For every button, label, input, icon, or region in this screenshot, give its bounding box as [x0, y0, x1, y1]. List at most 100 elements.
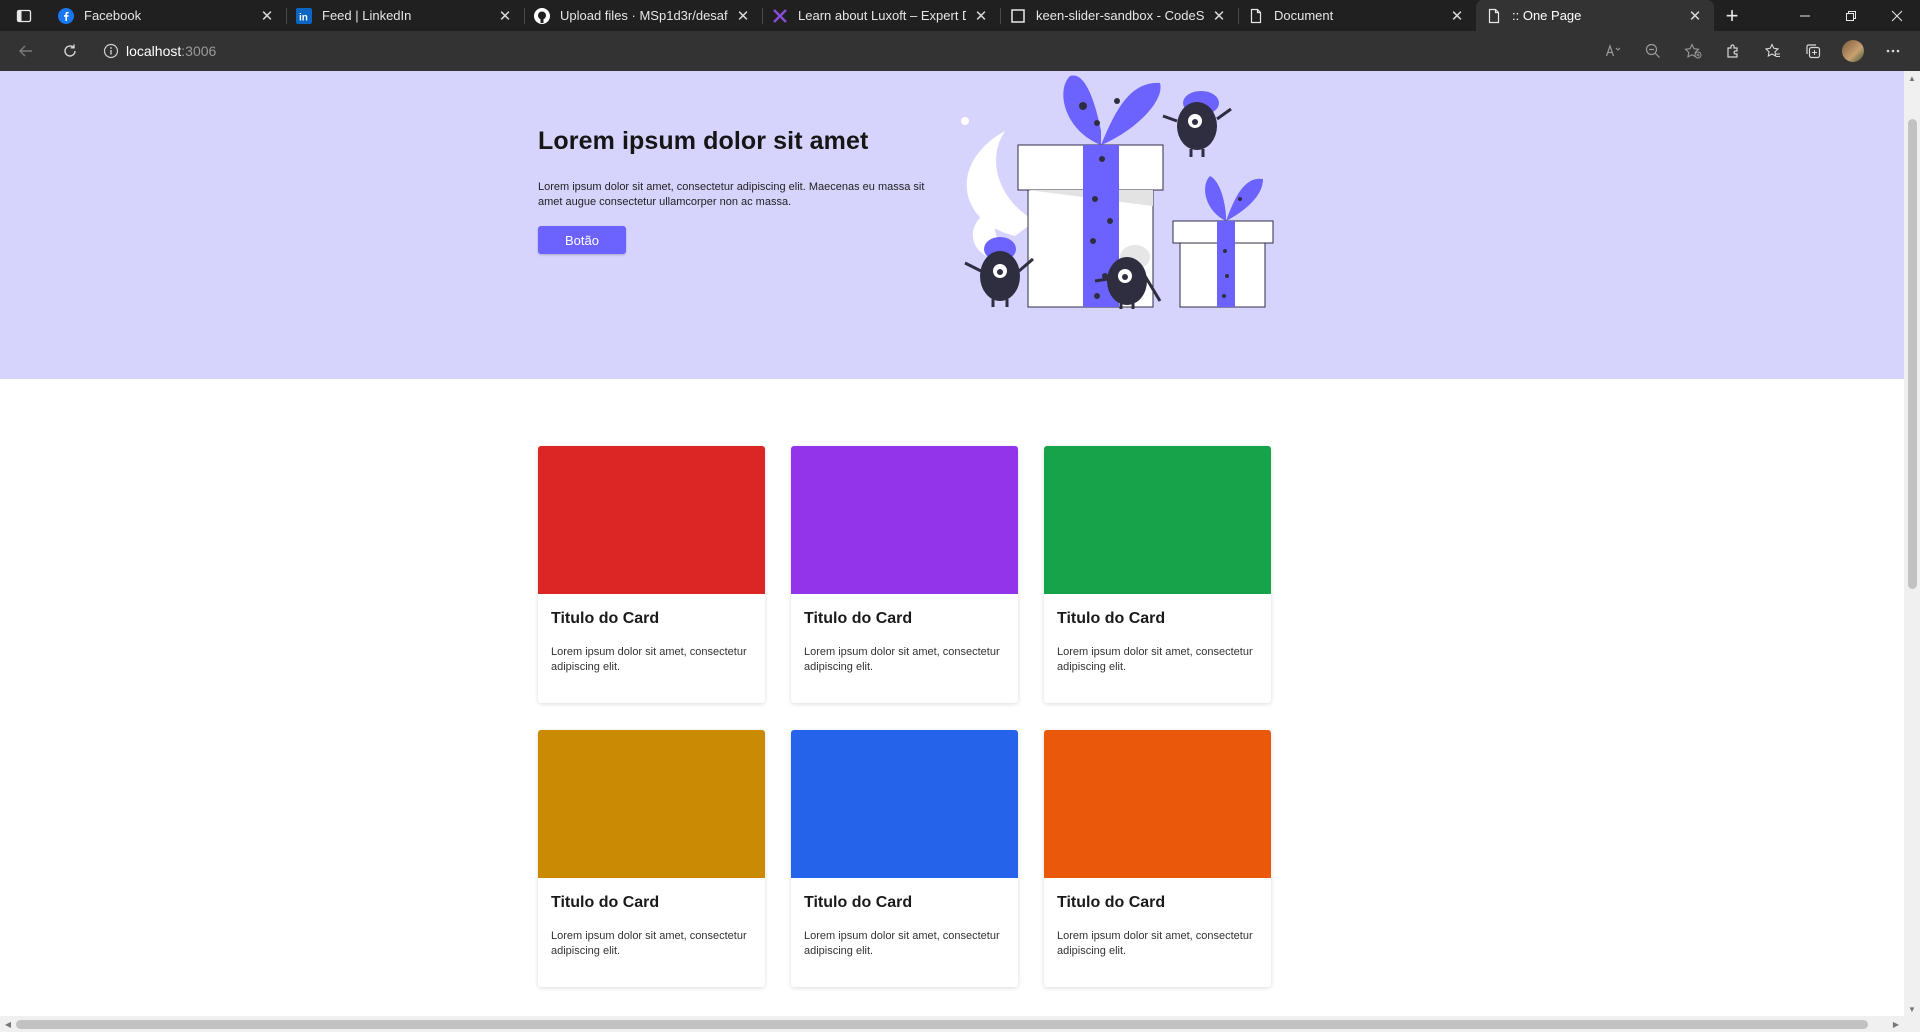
card-body: Titulo do Card Lorem ipsum dolor sit ame… — [538, 594, 765, 675]
tab-actions-icon — [16, 9, 32, 22]
avatar — [1842, 40, 1864, 62]
card-body: Titulo do Card Lorem ipsum dolor sit ame… — [1044, 594, 1271, 675]
tab-linkedin[interactable]: in Feed | LinkedIn ✕ — [286, 0, 524, 31]
card-body: Titulo do Card Lorem ipsum dolor sit ame… — [1044, 878, 1271, 959]
svg-text:in: in — [299, 12, 308, 23]
address-bar[interactable]: localhost:3006 — [96, 35, 1592, 67]
luxoft-icon — [772, 8, 788, 24]
page-viewport: Lorem ipsum dolor sit amet Lorem ipsum d… — [0, 71, 1904, 1016]
minimize-icon — [1800, 15, 1810, 16]
linkedin-icon: in — [296, 7, 312, 24]
horizontal-scrollbar[interactable]: ◀ ▶ — [0, 1016, 1920, 1032]
hero-section: Lorem ipsum dolor sit amet Lorem ipsum d… — [0, 71, 1904, 379]
github-icon — [534, 7, 550, 24]
tab-github[interactable]: Upload files · MSp1d3r/desafio3 ✕ — [524, 0, 762, 31]
scroll-down-icon[interactable]: ▼ — [1904, 1002, 1920, 1016]
hero-button[interactable]: Botão — [538, 226, 626, 254]
close-icon[interactable]: ✕ — [972, 7, 990, 25]
collections-icon — [1806, 44, 1821, 59]
star-add-icon — [1684, 43, 1702, 59]
card-title: Titulo do Card — [804, 610, 913, 627]
card-title: Titulo do Card — [1057, 610, 1166, 627]
card-text: Lorem ipsum dolor sit amet, consectetur … — [1057, 930, 1253, 957]
tab-luxoft[interactable]: Learn about Luxoft – Expert Digi ✕ — [762, 0, 1000, 31]
tab-strip: Facebook ✕ in Feed | LinkedIn ✕ Upload f… — [0, 0, 1920, 31]
minimize-button[interactable] — [1782, 0, 1828, 31]
tab-title: :: One Page — [1512, 8, 1582, 23]
close-icon[interactable]: ✕ — [1448, 7, 1466, 25]
read-aloud-button[interactable] — [1594, 35, 1632, 67]
zoom-button[interactable] — [1634, 35, 1672, 67]
close-icon[interactable]: ✕ — [1210, 7, 1228, 25]
window-controls — [1782, 0, 1920, 31]
card[interactable]: Titulo do Card Lorem ipsum dolor sit ame… — [538, 730, 765, 987]
more-icon — [1886, 49, 1900, 53]
restore-button[interactable] — [1828, 0, 1874, 31]
info-icon[interactable] — [96, 43, 126, 59]
extensions-button[interactable] — [1714, 35, 1752, 67]
tab-document[interactable]: Document ✕ — [1238, 0, 1476, 31]
plus-icon: + — [1725, 2, 1739, 28]
close-icon[interactable]: ✕ — [734, 7, 752, 25]
card-text: Lorem ipsum dolor sit amet, consectetur … — [1057, 646, 1253, 673]
card-body: Titulo do Card Lorem ipsum dolor sit ame… — [791, 594, 1018, 675]
tab-codesandbox[interactable]: keen-slider-sandbox - CodeSand ✕ — [1000, 0, 1238, 31]
card[interactable]: Titulo do Card Lorem ipsum dolor sit ame… — [538, 446, 765, 703]
close-icon[interactable]: ✕ — [1686, 7, 1704, 25]
card-title: Titulo do Card — [551, 610, 660, 627]
scroll-up-icon[interactable]: ▲ — [1904, 71, 1920, 85]
scroll-left-icon[interactable]: ◀ — [0, 1016, 16, 1032]
card-text: Lorem ipsum dolor sit amet, consectetur … — [804, 646, 1000, 673]
card-body: Titulo do Card Lorem ipsum dolor sit ame… — [791, 878, 1018, 959]
read-aloud-icon — [1605, 44, 1621, 57]
tab-title: Learn about Luxoft – Expert Digi — [798, 8, 966, 23]
page-icon — [1248, 8, 1264, 24]
favorites-icon — [1765, 43, 1780, 58]
tab-facebook[interactable]: Facebook ✕ — [48, 0, 286, 31]
card-image — [791, 446, 1018, 594]
favorites-button[interactable] — [1754, 35, 1792, 67]
card[interactable]: Titulo do Card Lorem ipsum dolor sit ame… — [791, 730, 1018, 987]
vertical-scroll-thumb[interactable] — [1908, 119, 1917, 589]
collections-button[interactable] — [1794, 35, 1832, 67]
toolbar-actions — [1592, 35, 1912, 67]
url-port: :3006 — [181, 43, 217, 59]
tab-title: Facebook — [84, 8, 142, 23]
new-tab-button[interactable]: + — [1714, 0, 1750, 31]
tab-title: Feed | LinkedIn — [322, 8, 412, 23]
close-icon[interactable]: ✕ — [258, 7, 276, 25]
close-window-button[interactable] — [1874, 0, 1920, 31]
card[interactable]: Titulo do Card Lorem ipsum dolor sit ame… — [791, 446, 1018, 703]
hero-title: Lorem ipsum dolor sit amet — [538, 127, 869, 155]
cards-grid: Titulo do Card Lorem ipsum dolor sit ame… — [538, 446, 1271, 987]
card-image — [1044, 730, 1271, 878]
scroll-right-icon[interactable]: ▶ — [1888, 1016, 1904, 1032]
card-text: Lorem ipsum dolor sit amet, consectetur … — [551, 646, 747, 673]
hero-text: Lorem ipsum dolor sit amet Lorem ipsum d… — [538, 127, 938, 254]
profile-button[interactable] — [1834, 35, 1872, 67]
card-image — [791, 730, 1018, 878]
card[interactable]: Titulo do Card Lorem ipsum dolor sit ame… — [1044, 730, 1271, 987]
add-favorite-button[interactable] — [1674, 35, 1712, 67]
tab-title: Upload files · MSp1d3r/desafio3 — [560, 8, 728, 23]
url-host: localhost — [126, 43, 182, 59]
horizontal-scroll-thumb[interactable] — [16, 1020, 1868, 1029]
back-button[interactable] — [8, 35, 44, 67]
card-title: Titulo do Card — [804, 894, 913, 911]
vertical-scrollbar[interactable]: ▲ ▼ — [1904, 71, 1920, 1016]
gifts-illustration — [961, 75, 1274, 309]
back-arrow-icon — [19, 45, 32, 57]
card-text: Lorem ipsum dolor sit amet, consectetur … — [804, 930, 1000, 957]
close-icon[interactable]: ✕ — [496, 7, 514, 25]
puzzle-icon — [1727, 44, 1738, 58]
card[interactable]: Titulo do Card Lorem ipsum dolor sit ame… — [1044, 446, 1271, 703]
tab-actions-button[interactable] — [0, 0, 48, 31]
close-icon — [1891, 10, 1903, 21]
settings-menu-button[interactable] — [1874, 35, 1912, 67]
tab-one-page[interactable]: :: One Page ✕ — [1476, 0, 1714, 31]
refresh-button[interactable] — [52, 35, 88, 67]
page-icon — [1486, 8, 1502, 24]
refresh-icon — [64, 44, 76, 57]
browser-toolbar: localhost:3006 — [0, 31, 1920, 71]
tab-title: keen-slider-sandbox - CodeSand — [1036, 8, 1204, 23]
